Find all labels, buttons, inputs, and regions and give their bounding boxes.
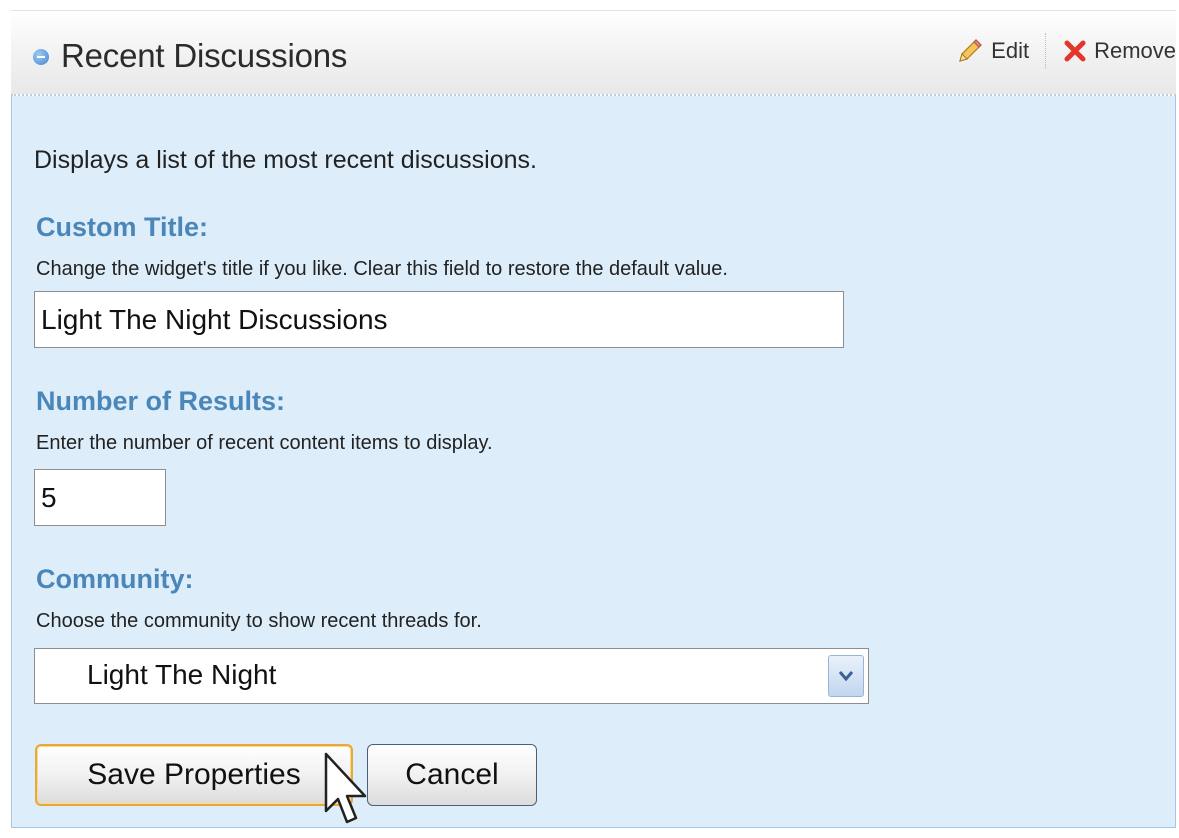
custom-title-help: Change the widget's title if you like. C… <box>36 258 728 280</box>
cancel-button[interactable]: Cancel <box>367 744 537 806</box>
chevron-down-icon <box>838 671 854 682</box>
community-select[interactable]: Light The Night <box>34 648 869 704</box>
edit-button[interactable]: Edit <box>955 36 1029 66</box>
number-of-results-input[interactable] <box>34 469 166 526</box>
community-selected-value: Light The Night <box>87 659 277 690</box>
custom-title-label: Custom Title: <box>36 212 209 242</box>
number-of-results-help: Enter the number of recent content items… <box>36 432 493 454</box>
dropdown-arrow[interactable] <box>828 655 864 697</box>
header-actions: Edit Remove <box>955 33 1176 69</box>
widget-description: Displays a list of the most recent discu… <box>34 146 537 174</box>
collapse-icon[interactable] <box>33 49 49 65</box>
remove-button[interactable]: Remove <box>1062 38 1176 64</box>
edit-label: Edit <box>991 38 1030 63</box>
pencil-icon <box>959 39 983 62</box>
community-help: Choose the community to show recent thre… <box>36 610 482 632</box>
close-x-icon <box>1064 40 1086 62</box>
action-divider <box>1045 33 1047 69</box>
widget-title: Recent Discussions <box>61 37 348 74</box>
widget-header: Recent Discussions Edit Remove <box>11 10 1176 96</box>
number-of-results-label: Number of Results: <box>36 386 286 416</box>
recent-discussions-widget: Recent Discussions Edit Remove Displays … <box>11 10 1176 828</box>
remove-label: Remove <box>1094 38 1176 63</box>
community-label: Community: <box>36 564 194 594</box>
widget-body: Displays a list of the most recent discu… <box>11 96 1176 828</box>
mouse-pointer-icon <box>324 752 367 824</box>
save-properties-button[interactable]: Save Properties <box>35 744 353 806</box>
custom-title-input[interactable] <box>34 291 844 348</box>
